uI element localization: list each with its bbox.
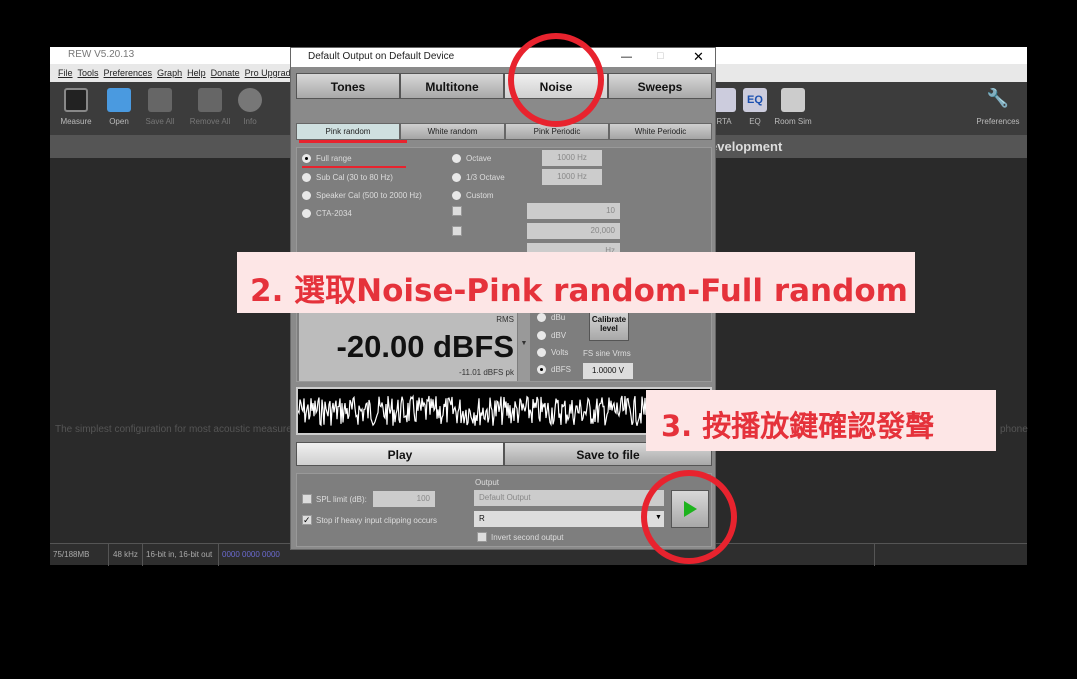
radio-cta-2034[interactable]: CTA-2034 xyxy=(302,209,352,219)
highlight-underline xyxy=(302,166,406,168)
minimize-icon[interactable]: — xyxy=(621,51,632,63)
menu-help[interactable]: Help xyxy=(187,68,206,78)
highlight-circle-play xyxy=(641,470,737,564)
fs-sine-value[interactable]: 1.0000 V xyxy=(583,363,633,379)
subtab-white-periodic[interactable]: White Periodic xyxy=(609,123,712,140)
dialog-title: Default Output on Default Device xyxy=(291,48,715,67)
meter-status: 0000 0000 0000 xyxy=(222,550,280,559)
tab-sweeps[interactable]: Sweeps xyxy=(608,73,712,99)
folder-icon xyxy=(107,88,131,112)
custom-high-checkbox[interactable] xyxy=(452,226,462,236)
tab-multitone[interactable]: Multitone xyxy=(400,73,504,99)
eq-icon: EQ xyxy=(743,88,767,112)
hint-text: The simplest configuration for most acou… xyxy=(55,424,292,435)
highlight-circle-noise xyxy=(508,33,604,127)
radio-octave[interactable]: Octave xyxy=(452,154,491,164)
annotation-step-3: 3. 按播放鍵確認發聲 xyxy=(646,390,996,451)
menu-preferences[interactable]: Preferences xyxy=(104,68,153,78)
spl-limit-label: SPL limit (dB): xyxy=(316,495,367,504)
radio-sub-cal[interactable]: Sub Cal (30 to 80 Hz) xyxy=(302,173,393,183)
radio-dbu[interactable]: dBu xyxy=(537,313,565,323)
radio-third-octave[interactable]: 1/3 Octave xyxy=(452,173,505,183)
radio-dbv[interactable]: dBV xyxy=(537,331,566,341)
room-sim-button[interactable]: Room Sim xyxy=(769,88,817,126)
spl-limit-checkbox[interactable] xyxy=(302,494,312,504)
octave-frequency[interactable]: 1000 Hz xyxy=(542,150,602,166)
info-icon xyxy=(238,88,262,112)
level-display: RMS -20.00 dBFS -11.01 dBFS pk xyxy=(299,305,517,381)
maximize-icon[interactable]: □ xyxy=(657,50,664,62)
highlight-underline xyxy=(299,140,407,143)
output-label: Output xyxy=(475,478,500,487)
level-value: -20.00 dBFS xyxy=(336,329,514,364)
menu-file[interactable]: File xyxy=(58,68,73,78)
radio-custom[interactable]: Custom xyxy=(452,191,494,201)
room-sim-icon xyxy=(781,88,805,112)
sample-rate: 48 kHz xyxy=(113,550,138,559)
radio-dbfs[interactable]: dBFS xyxy=(537,365,571,375)
custom-low-checkbox[interactable] xyxy=(452,206,462,216)
close-icon[interactable]: ✕ xyxy=(693,49,704,65)
invert-output-label: Invert second output xyxy=(491,533,564,542)
preferences-button[interactable]: 🔧 Preferences xyxy=(972,88,1024,126)
fs-sine-label: FS sine Vrms xyxy=(583,349,631,358)
radio-volts[interactable]: Volts xyxy=(537,348,568,358)
output-channel-select[interactable]: R xyxy=(474,511,664,527)
menu-tools[interactable]: Tools xyxy=(78,68,99,78)
radio-speaker-cal[interactable]: Speaker Cal (500 to 2000 Hz) xyxy=(302,191,422,201)
annotation-step-2: 2. 選取Noise-Pink random-Full random xyxy=(237,252,915,313)
radio-full-range[interactable]: Full range xyxy=(302,154,352,164)
stop-clipping-label: Stop if heavy input clipping occurs xyxy=(316,516,437,525)
menu-graph[interactable]: Graph xyxy=(157,68,182,78)
info-button[interactable]: Info xyxy=(226,88,274,126)
custom-high-field[interactable]: 20,000 xyxy=(527,223,620,239)
third-octave-frequency[interactable]: 1000 Hz xyxy=(542,169,602,185)
bit-depth: 16-bit in, 16-bit out xyxy=(146,550,213,559)
wrench-icon: 🔧 xyxy=(986,88,1010,108)
measure-icon xyxy=(64,88,88,112)
peak-level: -11.01 dBFS pk xyxy=(459,368,514,377)
subtab-pink-random[interactable]: Pink random xyxy=(296,123,400,140)
level-spinner[interactable]: ▲▼ xyxy=(518,305,530,381)
save-all-button[interactable]: Save All xyxy=(136,88,184,126)
custom-low-field[interactable]: 10 xyxy=(527,203,620,219)
spl-limit-field[interactable]: 100 xyxy=(373,491,435,507)
save-icon xyxy=(148,88,172,112)
remove-icon xyxy=(198,88,222,112)
menu-donate[interactable]: Donate xyxy=(211,68,240,78)
level-panel: RMS -20.00 dBFS -11.01 dBFS pk ▲▼ dBu dB… xyxy=(296,302,712,382)
invert-output-checkbox[interactable] xyxy=(477,532,487,542)
hint-text-right: phone xyxy=(1000,424,1028,435)
rms-label: RMS xyxy=(496,315,514,324)
output-device-select[interactable]: Default Output xyxy=(474,490,664,506)
play-mode-button[interactable]: Play xyxy=(296,442,504,466)
tab-tones[interactable]: Tones xyxy=(296,73,400,99)
subtab-white-random[interactable]: White random xyxy=(400,123,505,140)
memory-status: 75/188MB xyxy=(53,550,90,559)
measure-button[interactable]: Measure xyxy=(52,88,100,126)
stop-clipping-checkbox[interactable]: ✓ xyxy=(302,515,312,525)
calibrate-level-button[interactable]: Calibrate level xyxy=(589,309,629,341)
